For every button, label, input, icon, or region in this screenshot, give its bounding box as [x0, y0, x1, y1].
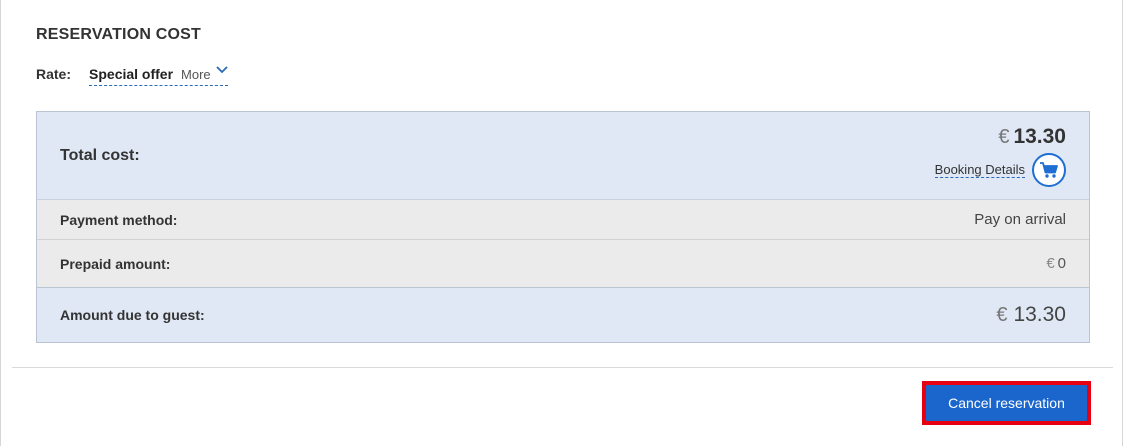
rate-more-label: More	[181, 67, 211, 82]
footer-divider	[12, 367, 1113, 368]
due-currency-symbol: €	[996, 304, 1008, 326]
prepaid-amount-value: 0	[1057, 255, 1066, 272]
amount-due-row: Amount due to guest: € 13.30	[37, 288, 1089, 342]
total-amount-value: 13.30	[1013, 124, 1066, 148]
rate-value: Special offer	[89, 66, 174, 82]
chevron-down-icon	[216, 66, 228, 76]
payment-method-row: Payment method: Pay on arrival	[37, 200, 1089, 240]
cost-table: Total cost: € 13.30 Booking Details Paym…	[36, 111, 1090, 343]
reservation-cost-panel: RESERVATION COST Rate: Special offer Mor…	[0, 0, 1123, 446]
cart-icon[interactable]	[1032, 152, 1066, 187]
prepaid-amount: € 0	[1046, 255, 1066, 272]
total-cost-right: € 13.30 Booking Details	[934, 125, 1066, 187]
total-cost-label: Total cost:	[60, 146, 140, 164]
prepaid-currency-symbol: €	[1046, 255, 1055, 272]
amount-due-label: Amount due to guest:	[60, 307, 205, 323]
total-cost-row: Total cost: € 13.30 Booking Details	[37, 112, 1089, 200]
prepaid-amount-row: Prepaid amount: € 0	[37, 240, 1089, 288]
payment-method-label: Payment method:	[60, 211, 178, 228]
payment-method-value: Pay on arrival	[974, 211, 1066, 228]
prepaid-amount-label: Prepaid amount:	[60, 255, 171, 272]
total-cost-amount: € 13.30	[998, 125, 1066, 149]
rate-selector[interactable]: Special offer More	[89, 66, 228, 86]
total-currency-symbol: €	[998, 125, 1010, 148]
rate-row: Rate: Special offer More	[36, 66, 228, 86]
rate-label: Rate:	[36, 66, 72, 82]
cancel-reservation-button[interactable]: Cancel reservation	[926, 385, 1087, 421]
amount-due-value: 13.30	[1013, 303, 1066, 326]
amount-due: € 13.30	[996, 303, 1066, 327]
booking-details-link[interactable]: Booking Details	[934, 162, 1025, 178]
section-title: RESERVATION COST	[36, 26, 201, 43]
booking-details-line: Booking Details	[934, 152, 1066, 187]
cancel-button-highlight: Cancel reservation	[922, 381, 1091, 425]
